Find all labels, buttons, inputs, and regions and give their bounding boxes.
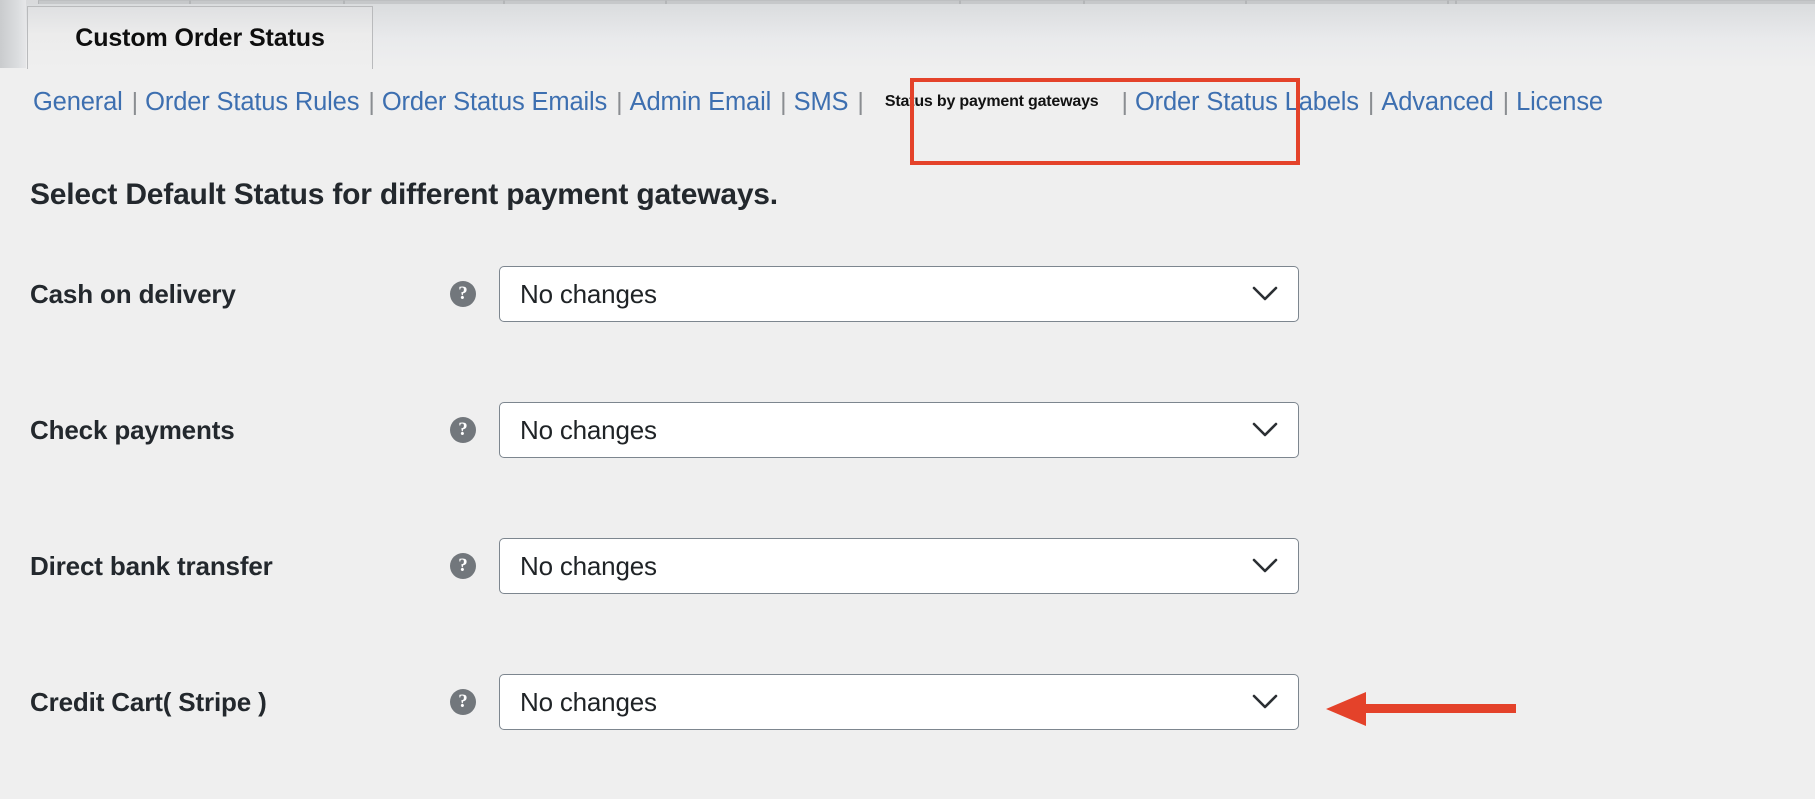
subnav-separator: | [1121,87,1128,116]
subnav-item-general[interactable]: General [33,88,123,117]
payment-gateway-settings-list: Cash on delivery? No changes Check payment… [0,226,1815,770]
field-label-check-payments: Check payments [30,414,235,445]
tab-custom-order-status[interactable]: Custom Order Status [27,6,373,69]
subnav-separator: | [368,87,375,116]
subnav-item-license[interactable]: License [1516,88,1603,117]
subnav-item-order-status-labels[interactable]: Order Status Labels [1135,88,1359,117]
field-label-cash-on-delivery: Cash on delivery [30,278,236,309]
help-icon[interactable]: ? [450,417,476,443]
page-root: Custom Order Status General | Order Status… [0,0,1815,799]
settings-row-check-payments: Check payments? No changes [0,362,1815,498]
select-value: No changes [520,278,657,309]
settings-row-cash-on-delivery: Cash on delivery? No changes [0,226,1815,362]
tab-title: Custom Order Status [75,23,325,52]
help-icon[interactable]: ? [450,689,476,715]
subnav-separator: | [131,87,139,116]
help-icon[interactable]: ? [450,281,476,307]
field-label-direct-bank-transfer: Direct bank transfer [30,550,273,581]
select-value: No changes [520,686,657,717]
subnav-item-order-status-rules[interactable]: Order Status Rules [145,88,359,117]
field-label-credit-cart-stripe: Credit Cart( Stripe ) [30,686,267,717]
select-value: No changes [520,414,657,445]
status-select-direct-bank-transfer[interactable]: No changes [499,538,1299,594]
chevron-down-icon [1244,286,1286,302]
subnav-item-label: Status by payment gateways [884,93,1099,110]
status-select-cash-on-delivery[interactable]: No changes [499,266,1299,322]
settings-row-credit-cart-stripe: Credit Cart( Stripe )? No changes [0,634,1815,770]
subnav-item-status-by-payment-gateways[interactable]: Status by payment gateways [871,93,1113,111]
status-select-check-payments[interactable]: No changes [499,402,1299,458]
chevron-down-icon [1244,694,1286,710]
page-title: Select Default Status for different paym… [30,178,778,211]
subnav-separator: | [1367,87,1375,116]
subnav-item-order-status-emails[interactable]: Order Status Emails [382,88,607,117]
help-icon[interactable]: ? [450,553,476,579]
subnav-item-sms[interactable]: SMS [794,88,849,117]
chevron-down-icon [1244,558,1286,574]
settings-row-direct-bank-transfer: Direct bank transfer? No changes [0,498,1815,634]
subnav-separator: | [616,87,623,116]
subnav-separator: | [1502,87,1510,116]
status-select-credit-cart-stripe[interactable]: No changes [499,674,1299,730]
left-gutter [0,0,26,68]
subnav-separator: | [857,87,864,116]
settings-subnav: General | Order Status Rules | Order Status … [0,76,1815,128]
subnav-item-admin-email[interactable]: Admin Email [630,88,772,117]
select-value: No changes [520,550,657,581]
subnav-separator: | [780,87,787,116]
subnav-item-advanced[interactable]: Advanced [1381,88,1493,117]
chevron-down-icon [1244,422,1286,438]
